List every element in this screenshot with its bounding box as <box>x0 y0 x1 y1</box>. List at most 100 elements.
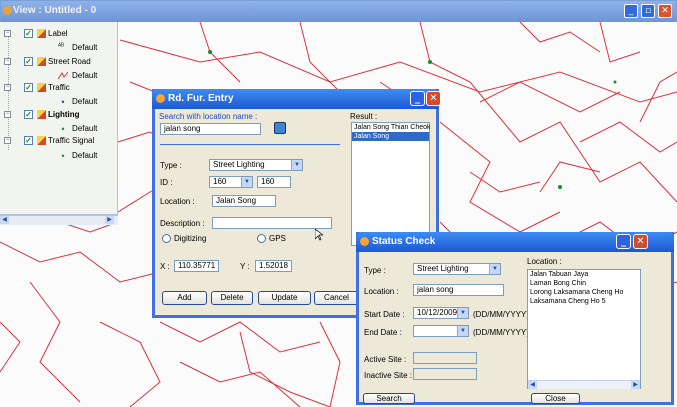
layer-row-label[interactable]: − ✓ Label <box>0 28 118 40</box>
description-field[interactable] <box>212 217 332 229</box>
chevron-down-icon[interactable]: ▼ <box>291 160 302 170</box>
legend-label: Default <box>72 151 98 160</box>
result-list[interactable]: Jalan Song Thian Cheok Jalan Song <box>351 122 431 246</box>
close-dialog-button[interactable]: Close <box>531 393 580 404</box>
end-date-field[interactable]: ▼ <box>413 325 469 337</box>
point-symbol-icon: • <box>61 97 65 107</box>
dialog-title: Rd. Fur. Entry <box>168 93 234 104</box>
close-button[interactable]: ✕ <box>426 91 441 106</box>
layer-row-traffic-signal[interactable]: − ✓ Traffic Signal <box>0 135 118 147</box>
legend-row: ᴬᴮ Default <box>0 42 118 54</box>
start-date-label: Start Date : <box>364 310 405 319</box>
type-value: Street Lighting <box>417 264 469 273</box>
layer-checkbox[interactable]: ✓ <box>24 83 33 92</box>
chevron-down-icon[interactable]: ▼ <box>457 308 468 318</box>
legend-label: Default <box>72 43 98 52</box>
list-item[interactable]: Jalan Song Thian Cheok <box>352 123 431 132</box>
start-date-field[interactable]: 10/12/2009 ▼ <box>413 307 469 319</box>
gps-radio[interactable] <box>257 234 266 243</box>
layer-row-traffic[interactable]: − ✓ Traffic <box>0 82 118 94</box>
location-field[interactable]: Jalan Song <box>212 195 276 207</box>
id-select[interactable]: 160 ▼ <box>209 176 253 188</box>
inactive-site-label: Inactive Site : <box>364 371 413 380</box>
minimize-button[interactable]: _ <box>410 91 425 106</box>
main-titlebar[interactable]: View : Untitled - 0 _ ▫ ✕ <box>1 1 676 23</box>
scroll-left-icon[interactable]: ◀ <box>0 216 9 224</box>
id-combo-value: 160 <box>213 177 227 186</box>
road-layer-icon <box>37 57 46 66</box>
dialog-titlebar[interactable]: Rd. Fur. Entry _ ✕ <box>152 89 441 109</box>
dialog-titlebar[interactable]: Status Check _ ✕ <box>356 232 674 252</box>
start-date-value: 10/12/2009 <box>417 308 458 317</box>
y-coordinate-field[interactable]: 1.52018 <box>255 260 292 272</box>
list-item[interactable]: Laman Bong Chin <box>528 279 640 288</box>
layer-checkbox[interactable]: ✓ <box>24 57 33 66</box>
mouse-cursor-icon <box>315 229 323 241</box>
location-field[interactable]: jalan song <box>413 284 504 296</box>
close-button[interactable]: ✕ <box>633 234 648 249</box>
location-label: Location : <box>160 197 195 206</box>
type-label: Type : <box>364 266 386 275</box>
collapse-icon[interactable]: − <box>4 30 11 37</box>
layer-name: Traffic Signal <box>48 136 95 145</box>
type-select[interactable]: Street Lighting ▼ <box>413 263 501 275</box>
legend-row: • Default <box>0 123 118 135</box>
end-date-format: (DD/MM/YYYY) <box>473 328 529 337</box>
divider <box>160 144 340 145</box>
scroll-right-icon[interactable]: ▶ <box>105 216 114 224</box>
delete-button[interactable]: Delete <box>211 291 253 305</box>
update-button[interactable]: Update <box>258 291 311 305</box>
layer-checkbox[interactable]: ✓ <box>24 29 33 38</box>
collapse-icon[interactable]: − <box>4 111 11 118</box>
close-button[interactable]: ✕ <box>658 4 672 18</box>
point-symbol-icon: • <box>61 124 65 134</box>
list-item[interactable]: Lorong Laksamana Cheng Ho <box>528 288 640 297</box>
x-coordinate-field[interactable]: 110.35771 <box>174 260 219 272</box>
list-scrollbar[interactable]: ◀ ▶ <box>528 380 640 389</box>
cancel-button[interactable]: Cancel <box>314 291 359 305</box>
search-icon[interactable] <box>274 122 286 134</box>
legend-row: • Default <box>0 96 118 108</box>
id-field[interactable]: 160 <box>257 176 291 188</box>
gps-label[interactable]: GPS <box>269 234 286 243</box>
search-input[interactable]: jalan song <box>160 123 261 135</box>
chevron-down-icon[interactable]: ▼ <box>241 177 252 187</box>
list-item[interactable]: Jalan Tabuan Jaya <box>528 270 640 279</box>
scroll-left-icon[interactable]: ◀ <box>528 381 537 389</box>
layer-row-lighting[interactable]: − ✓ Lighting <box>0 109 118 121</box>
legend-row: • Default <box>0 150 118 162</box>
type-select[interactable]: Street Lighting ▼ <box>209 159 303 171</box>
app-icon <box>360 237 369 246</box>
maximize-button[interactable]: ▫ <box>641 4 655 18</box>
collapse-icon[interactable]: − <box>4 58 11 65</box>
scroll-right-icon[interactable]: ▶ <box>631 381 640 389</box>
search-button[interactable]: Search <box>363 393 415 404</box>
location-list[interactable]: Jalan Tabuan Jaya Laman Bong Chin Lorong… <box>527 269 641 389</box>
add-button[interactable]: Add <box>162 291 207 305</box>
layer-row-street-road[interactable]: − ✓ Street Road <box>0 56 118 68</box>
x-label: X : <box>160 262 170 271</box>
id-label: ID : <box>160 178 173 187</box>
chevron-down-icon[interactable]: ▼ <box>457 326 468 336</box>
active-site-label: Active Site : <box>364 355 407 364</box>
minimize-button[interactable]: _ <box>616 234 631 249</box>
legend-row: Default <box>0 70 118 82</box>
layer-checkbox[interactable]: ✓ <box>24 136 33 145</box>
collapse-icon[interactable]: − <box>4 137 11 144</box>
app-icon <box>156 94 165 103</box>
line-symbol-icon <box>58 71 68 80</box>
minimize-button[interactable]: _ <box>624 4 638 18</box>
window-title: View : Untitled - 0 <box>13 5 97 16</box>
dialog-title: Status Check <box>372 236 436 247</box>
start-date-format: (DD/MM/YYYY) <box>473 310 529 319</box>
list-item[interactable]: Jalan Song <box>352 132 429 141</box>
chevron-down-icon[interactable]: ▼ <box>489 264 500 274</box>
collapse-icon[interactable]: − <box>4 84 11 91</box>
lighting-layer-icon <box>37 110 46 119</box>
list-item[interactable]: Laksamana Cheng Ho 5 <box>528 297 640 306</box>
digitizing-label[interactable]: Digitizing <box>174 234 206 243</box>
traffic-layer-icon <box>37 83 46 92</box>
layer-checkbox[interactable]: ✓ <box>24 110 33 119</box>
panel-scrollbar[interactable]: ◀ ▶ <box>0 215 118 225</box>
digitizing-radio[interactable] <box>162 234 171 243</box>
